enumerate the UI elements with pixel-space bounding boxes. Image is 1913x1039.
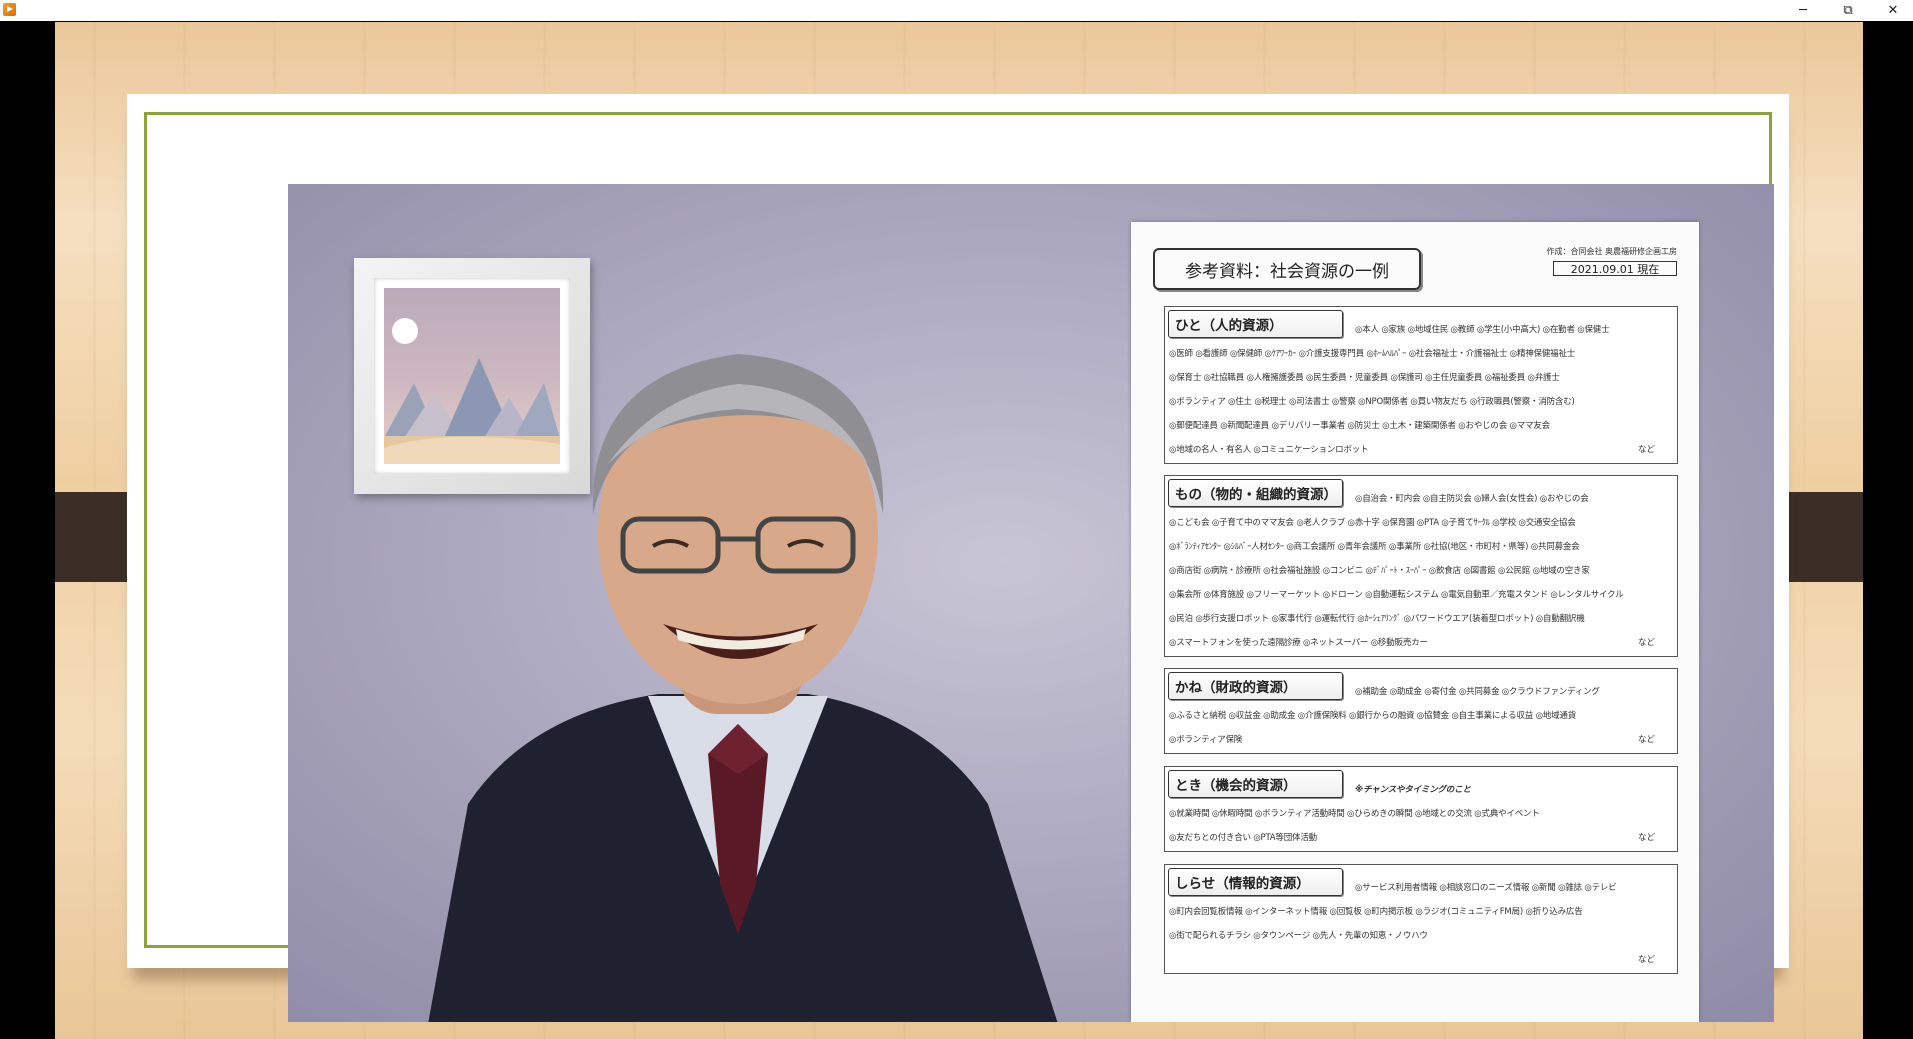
section-line: ◎自治会・町内会 ◎自主防災会 ◎婦人会(女性会) ◎おやじの会 [1355,494,1589,504]
section-line: ◎保育士 ◎社協職員 ◎人権擁護委員 ◎民生委員・児童委員 ◎保護司 ◎主任児童… [1169,373,1560,383]
section-line: ◎こども会 ◎子育て中のママ友会 ◎老人クラブ ◎赤十字 ◎保育園 ◎PTA ◎… [1169,518,1576,528]
media-player-icon [3,3,16,16]
section-information: しらせ（情報的資源） ◎サービス利用者情報 ◎相談窓口のニーズ情報 ◎新聞 ◎雑… [1164,864,1678,974]
presentation-board: 参考資料：社会資源の一例 作成：合同会社 奥農福研修企画工房 2021.09.0… [127,94,1789,1022]
section-label: もの（物的・組織的資源） [1168,479,1343,507]
etc-label: など [1637,735,1655,745]
section-line: ◎ふるさと納税 ◎収益金 ◎助成金 ◎介護保険料 ◎銀行からの融資 ◎協賛金 ◎… [1169,711,1576,721]
section-line: ◎就業時間 ◎休暇時間 ◎ボランティア活動時間 ◎ひらめきの瞬間 ◎地域との交流… [1169,809,1540,819]
section-line: ◎集会所 ◎体育施設 ◎フリーマーケット ◎ドローン ◎自動運転システム ◎電気… [1169,590,1624,600]
section-money: かね（財政的資源） ◎補助金 ◎助成金 ◎寄付金 ◎共同募金 ◎クラウドファンデ… [1164,668,1678,754]
section-line: ◎友だちとの付き合い ◎PTA等団体活動 [1169,833,1317,843]
document-title: 参考資料：社会資源の一例 [1153,248,1421,290]
section-label: しらせ（情報的資源） [1168,868,1343,896]
section-line: ◎商店街 ◎病院・診療所 ◎社会福祉施設 ◎コンビニ ◎ﾃﾞﾊﾟｰﾄ・ｽｰﾊﾟｰ… [1169,566,1590,576]
etc-label: など [1637,445,1655,455]
section-line: ◎医師 ◎看護師 ◎保健師 ◎ｹｱﾜｰｶｰ ◎介護支援専門員 ◎ﾎｰﾑﾍﾙﾊﾟｰ… [1169,349,1576,359]
minimize-button[interactable]: ─ [1781,0,1825,21]
section-line: ◎ボランティア ◎住土 ◎税理士 ◎司法書士 ◎警察 ◎NPO関係者 ◎買い物友… [1169,397,1575,407]
section-label: ひと（人的資源） [1168,310,1343,338]
section-line: ◎ボランティア保険 [1169,735,1243,745]
speaker-video: 参考資料：社会資源の一例 作成：合同会社 奥農福研修企画工房 2021.09.0… [288,184,1774,1022]
section-line: ◎町内会回覧板情報 ◎インターネット情報 ◎回覧板 ◎町内掲示板 ◎ラジオ(コミ… [1169,907,1583,917]
video-frame[interactable]: 参考資料：社会資源の一例 作成：合同会社 奥農福研修企画工房 2021.09.0… [55,22,1863,1039]
maximize-button[interactable]: ⧉ [1826,0,1870,21]
section-line: ◎地域の名人・有名人 ◎コミュニケーションロボット [1169,445,1369,455]
window-titlebar: ─ ⧉ ✕ [0,0,1913,21]
section-note: ※チャンスやタイミングのこと [1355,785,1471,795]
section-line: ◎補助金 ◎助成金 ◎寄付金 ◎共同募金 ◎クラウドファンディング [1355,687,1600,697]
section-line: ◎サービス利用者情報 ◎相談窓口のニーズ情報 ◎新聞 ◎雑誌 ◎テレビ [1355,883,1617,893]
section-things: もの（物的・組織的資源） ◎自治会・町内会 ◎自主防災会 ◎婦人会(女性会) ◎… [1164,475,1678,657]
section-time: とき（機会的資源） ※チャンスやタイミングのこと ◎就業時間 ◎休暇時間 ◎ボラ… [1164,766,1678,852]
document-date: 2021.09.01 現在 [1553,261,1677,276]
etc-label: など [1637,833,1655,843]
section-label: かね（財政的資源） [1168,672,1343,700]
section-line: ◎本人 ◎家族 ◎地域住民 ◎教師 ◎学生(小中高大) ◎在勤者 ◎保健士 [1355,325,1610,335]
document-author: 作成：合同会社 奥農福研修企画工房 [1546,247,1677,256]
etc-label: など [1637,955,1655,965]
speaker-person [428,354,1058,1022]
section-line: ◎スマートフォンを使った遠隔診療 ◎ネットスーパー ◎移動販売カー [1169,638,1428,648]
section-line: ◎民泊 ◎歩行支援ロボット ◎家事代行 ◎運転代行 ◎ｶｰｼｪｱﾘﾝｸﾞ ◎パワ… [1169,614,1585,624]
section-people: ひと（人的資源） ◎本人 ◎家族 ◎地域住民 ◎教師 ◎学生(小中高大) ◎在勤… [1164,306,1678,464]
etc-label: など [1637,638,1655,648]
section-line: ◎ﾎﾞﾗﾝﾃｨｱｾﾝﾀｰ ◎ｼﾙﾊﾞｰ人材ｾﾝﾀｰ ◎商工会議所 ◎青年会議所 … [1169,542,1580,552]
section-label: とき（機会的資源） [1168,770,1343,798]
close-button[interactable]: ✕ [1871,0,1913,21]
section-line: ◎郵便配達員 ◎新聞配達員 ◎デリバリー事業者 ◎防災士 ◎土木・建築関係者 ◎… [1169,421,1550,431]
section-line: ◎街で配られるチラシ ◎タウンページ ◎先人・先輩の知恵・ノウハウ [1169,931,1428,941]
reference-document: 参考資料：社会資源の一例 作成：合同会社 奥農福研修企画工房 2021.09.0… [1131,222,1699,1022]
